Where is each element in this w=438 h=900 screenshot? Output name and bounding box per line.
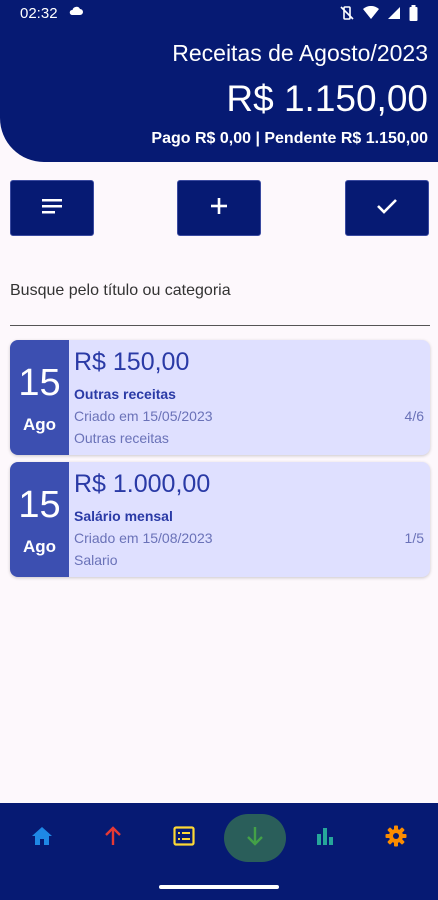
item-amount: R$ 150,00 xyxy=(74,348,190,376)
date-badge: 15 Ago xyxy=(10,340,69,455)
item-category: Outras receitas xyxy=(74,430,169,446)
item-title: Salário mensal xyxy=(74,508,173,524)
item-title: Outras receitas xyxy=(74,386,176,402)
item-installment: 1/5 xyxy=(404,530,424,546)
header: 02:32 Receitas de Agosto/2023 R$ 1.150,0… xyxy=(0,0,438,162)
nav-expenses[interactable] xyxy=(88,813,138,863)
status-icons xyxy=(339,5,418,21)
search-input[interactable] xyxy=(10,278,430,304)
nav-reports[interactable] xyxy=(300,813,350,863)
page-title: Receitas de Agosto/2023 xyxy=(172,40,428,66)
battery-icon xyxy=(409,5,418,21)
nav-income[interactable] xyxy=(224,814,286,862)
nav-list[interactable] xyxy=(159,813,209,863)
home-icon xyxy=(31,826,53,851)
filter-button[interactable] xyxy=(10,180,94,236)
plus-icon xyxy=(210,197,228,220)
date-day: 15 xyxy=(18,484,61,526)
list-item[interactable]: 15 Ago R$ 150,00 Outras receitas Criado … xyxy=(10,340,430,455)
screen: 02:32 Receitas de Agosto/2023 R$ 1.150,0… xyxy=(0,0,438,900)
signal-icon xyxy=(387,6,401,20)
status-time: 02:32 xyxy=(20,5,58,22)
list-icon xyxy=(173,825,195,851)
item-installment: 4/6 xyxy=(404,408,424,424)
gear-icon xyxy=(385,825,407,852)
check-button[interactable] xyxy=(345,180,429,236)
nav-settings[interactable] xyxy=(371,813,421,863)
item-category: Salario xyxy=(74,552,118,568)
bar-chart-icon xyxy=(315,826,335,851)
check-icon xyxy=(376,198,398,219)
search-field[interactable] xyxy=(10,270,430,326)
payment-summary: Pago R$ 0,00 | Pendente R$ 1.150,00 xyxy=(151,130,428,147)
add-button[interactable] xyxy=(177,180,261,236)
total-amount: R$ 1.150,00 xyxy=(226,78,428,119)
status-bar: 02:32 xyxy=(0,0,438,28)
arrow-up-icon xyxy=(104,825,122,851)
vibrate-off-icon xyxy=(339,5,355,21)
bottom-navigation xyxy=(0,803,438,873)
nav-home[interactable] xyxy=(17,813,67,863)
date-badge: 15 Ago xyxy=(10,462,69,577)
date-day: 15 xyxy=(18,362,61,404)
list-item[interactable]: 15 Ago R$ 1.000,00 Salário mensal Criado… xyxy=(10,462,430,577)
date-month: Ago xyxy=(22,415,57,434)
date-month: Ago xyxy=(22,537,57,556)
item-created-date: Criado em 15/08/2023 xyxy=(74,530,213,546)
filter-lines-icon xyxy=(41,198,63,219)
cloud-icon xyxy=(68,4,84,22)
arrow-down-icon xyxy=(246,826,264,851)
home-gesture-bar[interactable] xyxy=(159,885,279,889)
wifi-icon xyxy=(363,6,379,20)
item-amount: R$ 1.000,00 xyxy=(74,470,211,498)
item-created-date: Criado em 15/05/2023 xyxy=(74,408,213,424)
